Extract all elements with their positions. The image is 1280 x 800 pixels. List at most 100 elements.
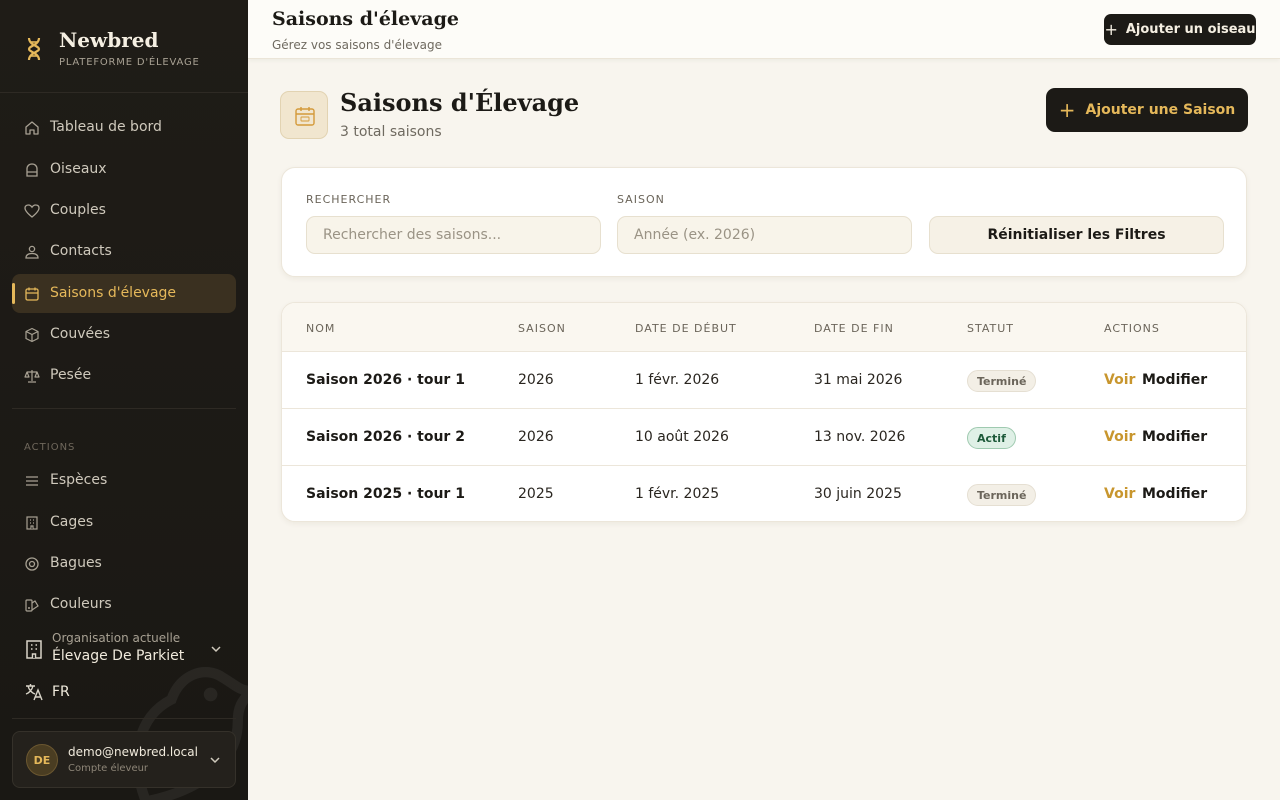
sidebar-item-rings[interactable]: Bagues [12, 544, 236, 583]
org-caption: Organisation actuelle [52, 631, 181, 645]
list-icon [26, 476, 38, 486]
topbar-title: Saisons d'élevage [272, 8, 459, 30]
calendar-icon [295, 107, 315, 126]
sidebar-item-dashboard[interactable]: Tableau de bord [12, 108, 236, 147]
edit-link[interactable]: Modifier [1142, 486, 1207, 502]
edit-link[interactable]: Modifier [1142, 372, 1207, 388]
search-label: RECHERCHER [306, 193, 392, 206]
user-role: Compte éleveur [68, 763, 149, 774]
chevron-down-icon [211, 646, 221, 653]
user-email: demo@newbred.local [68, 745, 198, 759]
topbar-subtitle: Gérez vos saisons d'élevage [272, 38, 443, 52]
org-name: Élevage De Parkiet [52, 648, 185, 664]
sidebar-item-label: Pesée [50, 367, 92, 383]
dna-logo-icon [27, 37, 41, 61]
user-menu[interactable]: DE demo@newbred.local Compte éleveur [12, 731, 236, 788]
brand-name: Newbred [59, 28, 159, 52]
sidebar-item-label: Espèces [50, 472, 108, 488]
ring-icon [25, 557, 39, 571]
sidebar-divider [12, 718, 236, 719]
start-date: 1 févr. 2026 [635, 372, 720, 388]
home-icon [25, 121, 39, 135]
add-bird-label: Ajouter un oiseau [1125, 22, 1256, 37]
table-row: Saison 2026 · tour 2 2026 10 août 2026 1… [282, 409, 1246, 466]
chevron-down-icon [210, 757, 220, 764]
language-switcher[interactable]: FR [12, 680, 236, 706]
add-season-label: Ajouter une Saison [1085, 102, 1236, 118]
sidebar-item-label: Bagues [50, 555, 102, 571]
start-date: 10 août 2026 [635, 429, 729, 445]
end-date: 13 nov. 2026 [814, 429, 906, 445]
start-date: 1 févr. 2025 [635, 486, 720, 502]
seasons-table: NOM SAISON DATE DE DÉBUT DATE DE FIN STA… [281, 302, 1247, 522]
view-link[interactable]: Voir [1104, 429, 1135, 445]
sidebar-item-label: Couleurs [50, 596, 112, 612]
sidebar-item-label: Saisons d'élevage [50, 285, 177, 301]
status-badge: Actif [967, 427, 1016, 449]
season-label: SAISON [617, 193, 665, 206]
scale-icon [24, 370, 40, 383]
sidebar-item-label: Contacts [50, 243, 112, 259]
top-bar: Saisons d'élevage Gérez vos saisons d'él… [248, 0, 1280, 59]
column-header-actions: ACTIONS [1104, 322, 1160, 335]
season-count: 3 total saisons [340, 124, 442, 140]
add-season-button[interactable]: + Ajouter une Saison [1046, 88, 1248, 132]
sidebar-item-contacts[interactable]: Contacts [12, 232, 236, 271]
palette-icon [25, 599, 39, 612]
add-bird-button[interactable]: + Ajouter un oiseau [1104, 14, 1256, 45]
column-header-season: SAISON [518, 322, 566, 335]
view-link[interactable]: Voir [1104, 486, 1135, 502]
edit-link[interactable]: Modifier [1142, 429, 1207, 445]
filters-card: RECHERCHER SAISON Réinitialiser les Filt… [281, 167, 1247, 277]
end-date: 30 juin 2025 [814, 486, 902, 502]
status-badge: Terminé [967, 484, 1037, 506]
sidebar-item-label: Cages [50, 514, 94, 530]
sidebar-section-label: ACTIONS [24, 442, 76, 453]
contacts-icon [25, 245, 39, 259]
season-name: Saison 2025 · tour 1 [306, 486, 465, 502]
search-input[interactable] [306, 216, 601, 254]
brand-subtitle: PLATEFORME D'ÉLEVAGE [59, 57, 200, 68]
translate-icon [25, 684, 43, 701]
building-icon [26, 516, 38, 530]
table-header: NOM SAISON DATE DE DÉBUT DATE DE FIN STA… [282, 303, 1246, 352]
table-row: Saison 2026 · tour 1 2026 1 févr. 2026 3… [282, 352, 1246, 409]
calendar-icon [25, 287, 39, 301]
table-row: Saison 2025 · tour 1 2025 1 févr. 2025 3… [282, 466, 1246, 521]
season-year: 2025 [518, 486, 554, 502]
building-icon [26, 640, 42, 659]
season-name: Saison 2026 · tour 2 [306, 429, 465, 445]
sidebar-item-label: Couples [50, 202, 106, 218]
column-header-start-date: DATE DE DÉBUT [635, 322, 737, 335]
end-date: 31 mai 2026 [814, 372, 903, 388]
sidebar: Newbred PLATEFORME D'ÉLEVAGE Tableau de … [0, 0, 248, 800]
sidebar-item-breeding-seasons[interactable]: Saisons d'élevage [12, 274, 236, 313]
sidebar-item-label: Tableau de bord [50, 119, 162, 135]
sidebar-item-clutches[interactable]: Couvées [12, 315, 236, 354]
reset-filters-button[interactable]: Réinitialiser les Filtres [929, 216, 1224, 254]
season-year: 2026 [518, 429, 554, 445]
sidebar-divider [12, 408, 236, 409]
season-year: 2026 [518, 372, 554, 388]
plus-icon: + [1058, 98, 1076, 122]
view-link[interactable]: Voir [1104, 372, 1135, 388]
heart-icon [24, 204, 40, 218]
sidebar-item-species[interactable]: Espèces [12, 461, 236, 500]
sidebar-item-cages[interactable]: Cages [12, 503, 236, 542]
sidebar-item-weighing[interactable]: Pesée [12, 356, 236, 395]
box-icon [25, 327, 39, 343]
sidebar-item-colors[interactable]: Couleurs [12, 585, 236, 624]
organization-switcher[interactable]: Organisation actuelle Élevage De Parkiet [12, 627, 236, 671]
bird-cage-icon [26, 163, 38, 177]
brand: Newbred PLATEFORME D'ÉLEVAGE [0, 0, 248, 93]
sidebar-item-label: Oiseaux [50, 161, 107, 177]
column-header-end-date: DATE DE FIN [814, 322, 894, 335]
sidebar-item-birds[interactable]: Oiseaux [12, 150, 236, 189]
avatar: DE [26, 744, 58, 776]
page-title: Saisons d'Élevage [340, 88, 580, 117]
season-name: Saison 2026 · tour 1 [306, 372, 465, 388]
column-header-status: STATUT [967, 322, 1015, 335]
sidebar-item-couples[interactable]: Couples [12, 191, 236, 230]
language-label: FR [52, 684, 70, 700]
season-year-input[interactable] [617, 216, 912, 254]
